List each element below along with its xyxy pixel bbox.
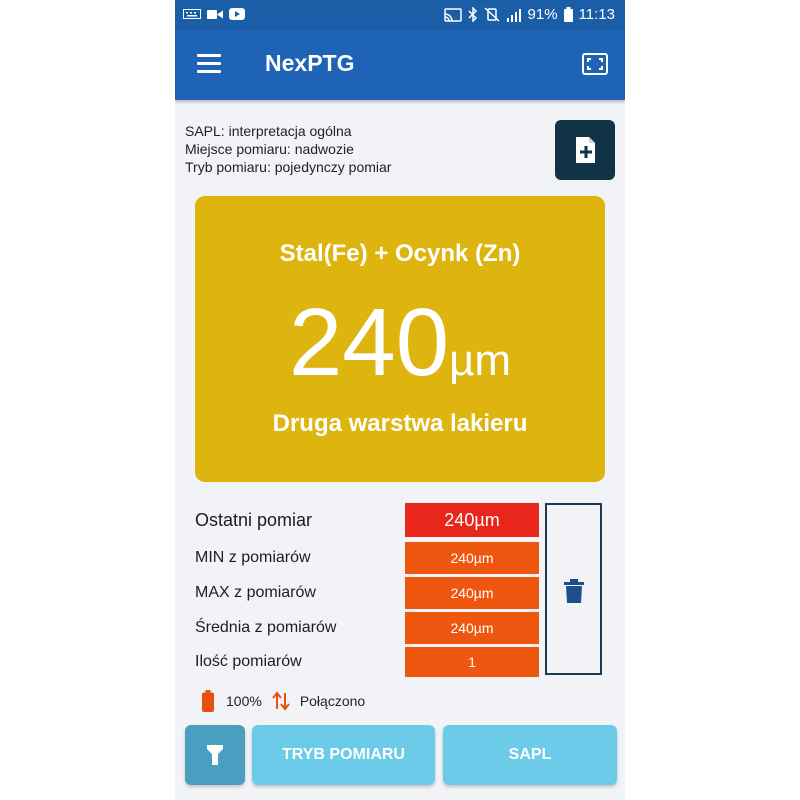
transfer-arrows-icon [272,691,290,711]
battery-icon [202,690,214,712]
stat-label-min: MIN z pomiarów [195,549,311,566]
fullscreen-icon[interactable] [582,53,608,75]
stat-label-average: Średnia z pomiarów [195,619,337,636]
stat-label-count: Ilość pomiarów [195,653,302,670]
sapl-button[interactable]: SAPL [443,725,617,785]
app-title: NexPTG [265,50,355,76]
device-status: 100% Połączono [202,690,365,712]
video-camera-icon [207,9,223,19]
thickness-unit: µm [449,336,512,385]
cast-icon [443,7,462,22]
measurement-mode-button[interactable]: TRYB POMIARU [252,725,435,785]
status-bar: 91% 11:13 [175,0,625,30]
location-info: Miejsce pomiaru: nadwozie [185,141,354,157]
thickness-display: 240µm [195,288,605,398]
new-report-button[interactable] [555,120,615,180]
stat-value-count: 1 [405,647,539,677]
device-battery: 100% [226,693,262,709]
battery-percent: 91% [527,6,558,23]
vibrate-mute-icon [484,7,500,22]
result-card: Stal(Fe) + Ocynk (Zn) 240µm Druga warstw… [195,196,605,482]
bluetooth-icon [468,7,477,22]
sapl-info: SAPL: interpretacja ogólna [185,123,352,139]
app-bar: NexPTG [175,30,625,100]
stat-label-last: Ostatni pomiar [195,510,313,530]
measurement-info: SAPL: interpretacja ogólna Miejsce pomia… [185,122,391,176]
interpretation-label: Druga warstwa lakieru [272,410,528,437]
clear-measurements-button[interactable] [545,503,602,675]
thickness-value: 240 [288,289,450,396]
material-label: Stal(Fe) + Ocynk (Zn) [279,240,521,267]
flashlight-button[interactable] [185,725,245,785]
stat-value-last: 240µm [405,503,539,537]
connection-status: Połączono [299,693,366,709]
status-system: 91% 11:13 [443,6,615,23]
new-file-icon [576,137,595,163]
status-battery-icon [563,7,573,22]
stat-value-min: 240µm [405,542,539,574]
stat-value-average: 240µm [405,612,539,644]
youtube-icon [229,8,245,20]
app-screen: 91% 11:13 NexPTG SAPL: interpretacja ogó… [175,0,625,800]
stat-label-max: MAX z pomiarów [195,584,316,601]
menu-icon[interactable] [197,54,221,74]
status-notifications [183,8,245,20]
mode-info: Tryb pomiaru: pojedynczy pomiar [185,159,392,175]
stat-value-max: 240µm [405,577,539,609]
signal-icon [506,8,521,22]
flashlight-icon [207,745,223,765]
keyboard-icon [183,9,201,19]
clock: 11:13 [578,6,615,23]
trash-icon [564,579,584,603]
